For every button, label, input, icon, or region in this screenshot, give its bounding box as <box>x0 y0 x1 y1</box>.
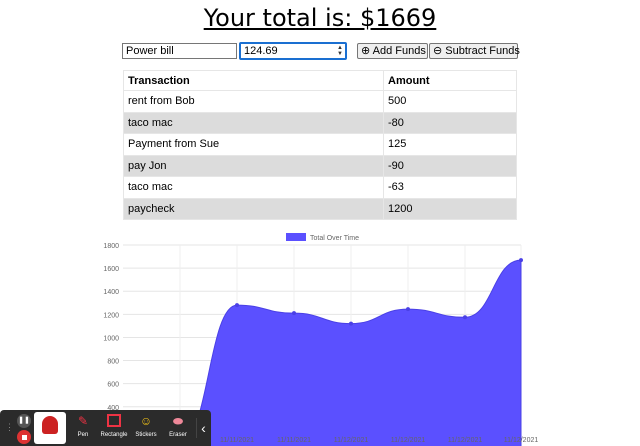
eraser-tool[interactable]: ⬬ Eraser <box>161 414 195 438</box>
table-row: pay Jon -90 <box>123 154 517 177</box>
table-row: taco mac -63 <box>123 176 517 199</box>
pen-label: Pen <box>77 432 89 438</box>
data-point <box>463 315 467 320</box>
amount-cell: -63 <box>383 176 517 199</box>
table-row: rent from Bob 500 <box>123 90 517 113</box>
y-tick-label: 1600 <box>103 266 119 273</box>
smiley-icon: ☺ <box>139 414 153 428</box>
table-row: Payment from Sue 125 <box>123 133 517 156</box>
avatar[interactable] <box>34 412 66 444</box>
transaction-cell: rent from Bob <box>123 90 384 113</box>
rectangle-label: Rectangle <box>100 432 128 438</box>
amount-cell: -90 <box>383 154 517 177</box>
legend-swatch <box>286 233 306 241</box>
annotation-toolbar: ⋮ ❚❚ ✎ Pen Rectangle ☺ Stickers ⬬ Eraser… <box>0 410 211 446</box>
x-tick-label: 11/12/2021 <box>448 437 483 444</box>
legend-label: Total Over Time <box>310 235 359 242</box>
amount-cell: 500 <box>383 90 517 113</box>
amount-input[interactable]: 124.69 ▲ ▼ <box>239 42 347 60</box>
y-tick-label: 1800 <box>103 243 119 250</box>
y-tick-label: 1400 <box>103 289 119 296</box>
minus-icon: ⊖ <box>433 45 443 57</box>
total-heading: Your total is: $1669 <box>203 4 437 32</box>
y-tick-label: 1200 <box>103 312 119 319</box>
x-tick-label: 11/11/2021 <box>277 437 311 444</box>
y-tick-label: 800 <box>107 359 119 366</box>
pen-tool[interactable]: ✎ Pen <box>66 414 100 438</box>
x-tick-label: 11/12/2021 <box>391 437 426 444</box>
spinner-icon[interactable]: ▲ ▼ <box>336 45 344 57</box>
pause-icon[interactable]: ❚❚ <box>17 414 31 428</box>
x-tick-label: 11/12/2021 <box>504 437 539 444</box>
eraser-icon: ⬬ <box>172 414 184 428</box>
eraser-label: Eraser <box>169 432 187 438</box>
transaction-cell: taco mac <box>123 176 384 199</box>
y-tick-label: 1000 <box>103 335 119 342</box>
stop-icon[interactable] <box>17 430 31 444</box>
add-funds-label: Add Funds <box>372 45 426 57</box>
data-point <box>349 321 353 326</box>
rectangle-tool[interactable]: Rectangle <box>97 414 131 438</box>
collapse-icon[interactable]: ‹ <box>196 418 210 438</box>
data-point <box>519 258 523 263</box>
table-row: taco mac -80 <box>123 111 517 134</box>
subtract-funds-button[interactable]: ⊖ Subtract Funds <box>429 43 520 59</box>
data-point <box>235 303 239 308</box>
transaction-cell: Payment from Sue <box>123 133 384 156</box>
stickers-tool[interactable]: ☺ Stickers <box>129 414 163 438</box>
amount-cell: 125 <box>383 133 517 156</box>
amount-value: 124.69 <box>244 45 278 57</box>
data-point <box>406 307 410 312</box>
rectangle-icon <box>107 414 121 428</box>
stickers-label: Stickers <box>135 432 157 438</box>
amount-cell: 1200 <box>383 197 517 220</box>
pen-icon: ✎ <box>77 414 89 428</box>
transaction-cell: pay Jon <box>123 154 384 177</box>
description-input[interactable]: Power bill <box>122 43 237 59</box>
plus-icon: ⊕ <box>361 45 371 57</box>
subtract-funds-label: Subtract Funds <box>445 45 520 57</box>
x-tick-label: 11/12/2021 <box>334 437 369 444</box>
add-funds-button[interactable]: ⊕ Add Funds <box>357 43 428 59</box>
transaction-cell: taco mac <box>123 111 384 134</box>
data-point <box>292 311 296 316</box>
header-amount: Amount <box>383 70 517 91</box>
table-row: paycheck 1200 <box>123 197 517 220</box>
transaction-cell: paycheck <box>123 197 384 220</box>
x-tick-label: 11/11/2021 <box>220 437 254 444</box>
amount-cell: -80 <box>383 111 517 134</box>
transactions-table: Transaction Amount rent from Bob 500 tac… <box>123 70 517 220</box>
drag-handle-icon[interactable]: ⋮ <box>5 422 14 433</box>
header-transaction: Transaction <box>123 70 384 91</box>
y-tick-label: 600 <box>107 382 119 389</box>
